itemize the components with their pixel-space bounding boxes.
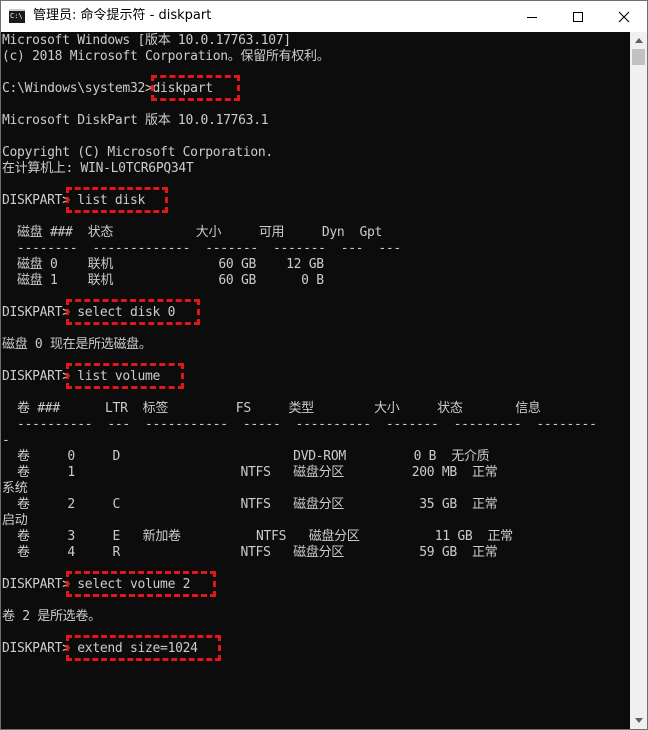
scroll-up-arrow-icon	[634, 38, 643, 43]
scrollbar-thumb[interactable]	[632, 49, 645, 65]
scroll-up-button[interactable]	[630, 32, 647, 49]
console-line: 卷 4 R NTFS 磁盘分区 59 GB 正常	[2, 545, 498, 560]
console-line: Microsoft Windows [版本 10.0.17763.107]	[2, 33, 291, 48]
cmd-app-icon[interactable]: C:\	[9, 9, 25, 23]
close-icon	[618, 11, 630, 22]
highlight-extend-size	[66, 635, 221, 661]
highlight-select-disk	[66, 299, 200, 325]
vertical-scrollbar[interactable]	[630, 32, 647, 729]
console-line: -------- ------------- ------- ------- -…	[2, 241, 401, 256]
console-line: (c) 2018 Microsoft Corporation。保留所有权利。	[2, 49, 330, 64]
minimize-button[interactable]	[509, 1, 555, 32]
console-line: 在计算机上: WIN-L0TCR6PQ34T	[2, 161, 194, 176]
maximize-button[interactable]	[555, 1, 601, 32]
scroll-down-arrow-icon	[634, 718, 643, 723]
window-title: 管理员: 命令提示符 - diskpart	[33, 8, 212, 23]
scroll-down-button[interactable]	[630, 712, 647, 729]
console-line: 卷 ### LTR 标签 FS 类型 大小 状态 信息	[2, 401, 541, 416]
highlight-select-volume	[66, 571, 216, 597]
console-line: Microsoft DiskPart 版本 10.0.17763.1	[2, 113, 269, 128]
console-line: 卷 3 E 新加卷 NTFS 磁盘分区 11 GB 正常	[2, 529, 513, 544]
console-line: 磁盘 0 现在是所选磁盘。	[2, 337, 152, 352]
console-line: 系统	[2, 481, 28, 496]
console-line: 卷 0 D DVD-ROM 0 B 无介质	[2, 449, 490, 464]
maximize-icon	[573, 11, 583, 22]
minimize-icon	[527, 16, 537, 18]
console-line: 卷 1 NTFS 磁盘分区 200 MB 正常	[2, 465, 498, 480]
console-line: 卷 2 C NTFS 磁盘分区 35 GB 正常	[2, 497, 498, 512]
close-button[interactable]	[601, 1, 647, 32]
console-line: -	[2, 433, 10, 448]
highlight-list-volume	[66, 363, 184, 389]
console-line: 磁盘 1 联机 60 GB 0 B	[2, 273, 324, 288]
console-line: 磁盘 0 联机 60 GB 12 GB	[2, 257, 324, 272]
highlight-list-disk	[66, 187, 168, 213]
highlight-diskpart	[151, 75, 240, 101]
console-line: Copyright (C) Microsoft Corporation.	[2, 145, 273, 160]
console-line: 卷 2 是所选卷。	[2, 609, 101, 624]
console-output[interactable]: Microsoft Windows [版本 10.0.17763.107] (c)…	[1, 32, 630, 729]
console-line: 启动	[2, 513, 28, 528]
console-line: ---------- --- ----------- ----- -------…	[2, 417, 597, 432]
console-line: 磁盘 ### 状态 大小 可用 Dyn Gpt	[2, 225, 383, 240]
console-window: C:\ 管理员: 命令提示符 - diskpart Microsoft Wind…	[0, 0, 648, 730]
title-bar[interactable]: C:\ 管理员: 命令提示符 - diskpart	[1, 1, 647, 32]
